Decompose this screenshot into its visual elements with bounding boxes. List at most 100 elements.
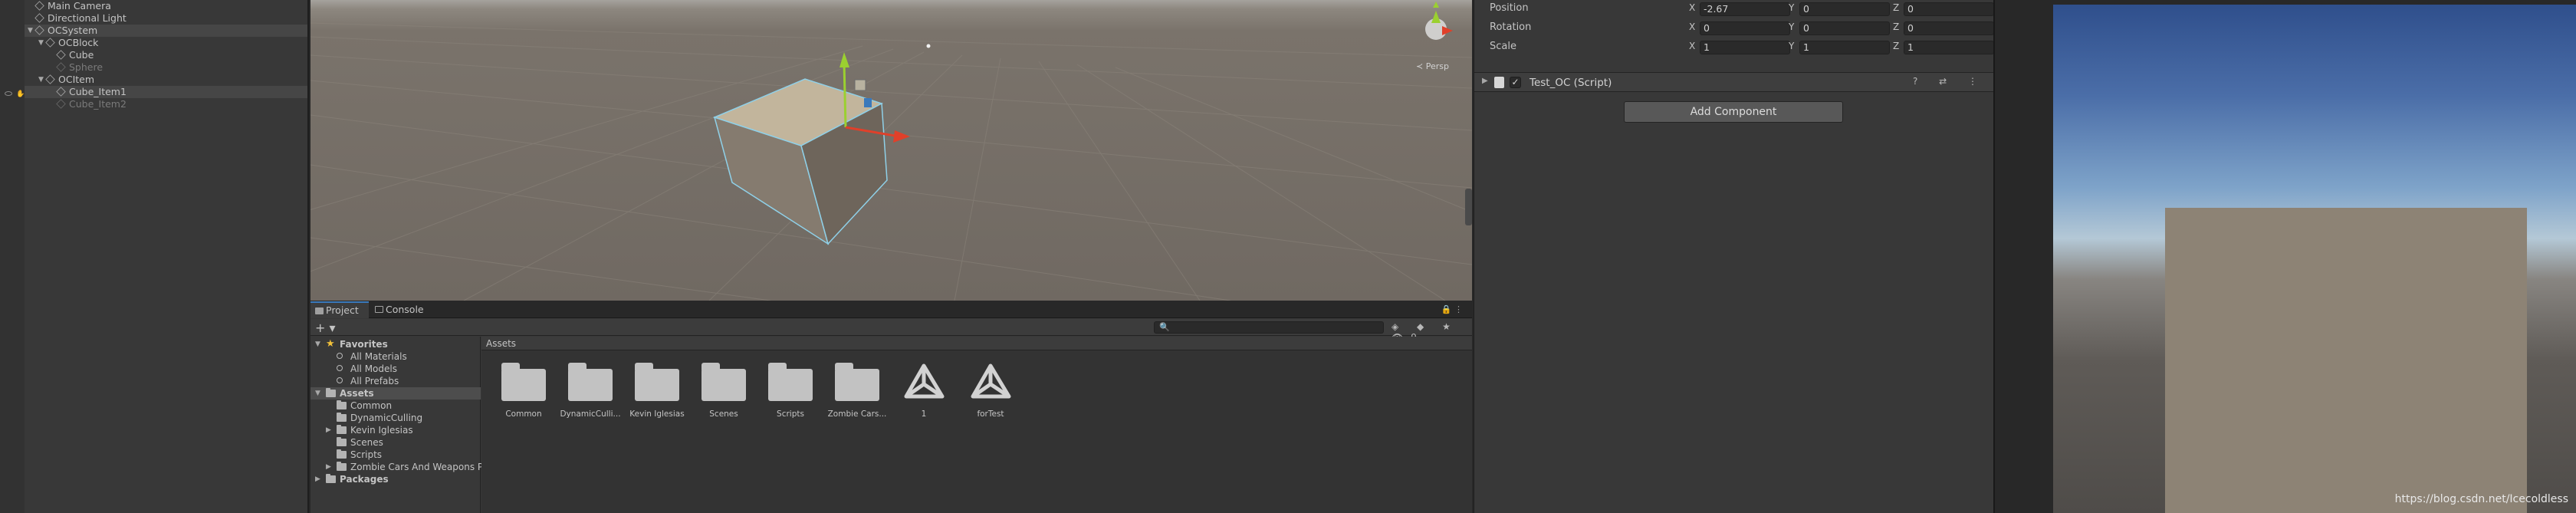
project-tree-label: Favorites [340,339,388,350]
axis-label[interactable]: X [1689,21,1695,32]
hierarchy-item[interactable]: Sphere [25,61,307,74]
gameobject-icon [45,38,55,48]
add-component-button[interactable]: Add Component [1624,101,1843,123]
project-folder-tree: ▼ ★ Favorites All Materials All Models All Pr… [310,337,494,513]
transform-x-input[interactable]: 0 [1700,21,1790,35]
gameobject-icon [56,87,66,97]
search-input[interactable]: 🔍 [1154,321,1384,334]
hierarchy-item[interactable]: ▼ OCBlock [25,37,307,49]
chevron-right-icon[interactable]: ▶ [1482,77,1488,85]
create-button[interactable]: + ▾ [315,321,336,335]
component-header-icons[interactable]: ? ⇄ ⋮ [1913,76,1986,87]
component-enabled-checkbox[interactable]: ✓ [1510,77,1521,88]
transform-row: Rotation X 0 Y 0 Z 0 [1474,18,1994,37]
transform-label[interactable]: Rotation [1490,21,1531,33]
scene-view[interactable]: ≺ Persp [310,0,1472,301]
transform-label[interactable]: Scale [1490,41,1516,52]
tab-menu-icon[interactable]: 🔒 ⋮ [1441,304,1463,314]
axis-label[interactable]: Y [1789,2,1794,13]
scene-canvas[interactable] [310,0,1472,301]
chevron-down-icon[interactable]: ▼ [38,37,46,49]
scene-side-handle[interactable] [1465,189,1472,225]
transform-z-input[interactable]: 1 [1904,41,1994,54]
hierarchy-item[interactable]: ▼ OCSystem [25,25,307,37]
asset-item-label: Common [505,409,542,419]
scene-orientation-gizmo[interactable] [1425,2,1453,40]
project-tree-label: Packages [340,474,389,485]
asset-item[interactable]: 1 [892,360,955,436]
project-tree-item[interactable]: ▶ Kevin Iglesias [310,424,481,436]
asset-item[interactable]: Scenes [692,360,755,436]
axis-label[interactable]: X [1689,41,1695,51]
hierarchy-item[interactable]: ▼ OCItem [25,74,307,86]
asset-item[interactable]: Scripts [759,360,822,436]
transform-y-input[interactable]: 0 [1799,2,1890,16]
chevron-down-icon[interactable]: ▼ [28,25,35,37]
hierarchy-item[interactable]: Cube_Item2 [25,98,307,110]
folder-icon [768,363,813,401]
asset-item[interactable]: DynamicCulli... [559,360,622,436]
asset-item[interactable]: Kevin Iglesias [626,360,688,436]
folder-icon [568,363,613,401]
project-tree-item[interactable]: ▶ Zombie Cars And Weapons Pac [310,461,494,473]
transform-label[interactable]: Position [1490,2,1529,14]
gameobject-icon [56,50,66,60]
asset-item-label: DynamicCulli... [560,409,621,419]
asset-item[interactable]: Zombie Cars... [826,360,889,436]
chevron-right-icon[interactable]: ▶ [326,424,331,436]
asset-item-label: 1 [921,409,927,419]
axis-label[interactable]: Y [1789,21,1794,32]
transform-y-input[interactable]: 0 [1799,21,1890,35]
chevron-down-icon[interactable]: ▼ [38,74,46,86]
transform-y-input[interactable]: 1 [1799,41,1890,54]
gameobject-icon [56,62,66,72]
project-tree-item[interactable]: DynamicCulling [310,412,481,424]
tab-project-label: Project [326,304,359,316]
pickable-icon[interactable]: ✋ [16,90,25,98]
hierarchy-item[interactable]: Cube [25,49,307,61]
project-tree-item[interactable]: All Materials [310,350,481,363]
transform-z-input[interactable]: 0 [1904,2,1994,16]
transform-x-input[interactable]: 1 [1700,41,1790,54]
axis-label[interactable]: X [1689,2,1695,13]
persp-label[interactable]: ≺ Persp [1416,61,1449,71]
chevron-right-icon[interactable]: ▶ [326,461,331,473]
axis-label[interactable]: Z [1893,21,1899,32]
scene-grid [310,22,1472,301]
chevron-right-icon[interactable]: ▶ [315,473,320,485]
project-toolbar: + ▾ 🔍 ◈ ◆ ★ 👁9 [310,319,1472,343]
project-tree-item[interactable]: ▼ Assets [310,387,481,400]
project-tree-item[interactable]: All Prefabs [310,375,481,387]
project-tree-item[interactable]: ▶ Packages [310,473,481,485]
asset-item[interactable]: forTest [959,360,1022,436]
gameobject-icon [34,1,44,11]
hierarchy-item-label: Directional Light [48,12,127,24]
project-tree-item[interactable]: Common [310,400,481,412]
tab-console[interactable]: Console [370,301,433,318]
visibility-icon[interactable] [5,91,12,96]
transform-x-input[interactable]: -2.67 [1700,2,1790,16]
assets-breadcrumb[interactable]: Assets [481,337,1472,350]
project-tree-item[interactable]: All Models [310,363,481,375]
chevron-down-icon[interactable]: ▼ [315,338,320,350]
asset-item-label: Scripts [777,409,804,419]
project-tree-item[interactable]: ▼ ★ Favorites [310,338,481,350]
axis-label[interactable]: Y [1789,41,1794,51]
hierarchy-item[interactable]: Main Camera [25,0,307,12]
axis-label[interactable]: Z [1893,41,1899,51]
script-icon [1494,77,1504,88]
chevron-down-icon[interactable]: ▼ [315,387,320,400]
search-icon [337,365,343,371]
hierarchy-item[interactable]: Cube_Item1 [25,86,307,98]
component-header[interactable]: ▶ ✓ Test_OC (Script) ? ⇄ ⋮ [1474,72,1994,92]
transform-z-input[interactable]: 0 [1904,21,1994,35]
axis-label[interactable]: Z [1893,2,1899,13]
project-tree-item[interactable]: Scripts [310,449,481,461]
project-tree-item[interactable]: Scenes [310,436,481,449]
hierarchy-item[interactable]: Directional Light [25,12,307,25]
selected-cube[interactable] [712,78,888,245]
folder-icon [315,307,324,314]
game-view[interactable] [2053,5,2576,513]
asset-item[interactable]: Common [492,360,555,436]
tab-project[interactable]: Project [310,301,369,318]
